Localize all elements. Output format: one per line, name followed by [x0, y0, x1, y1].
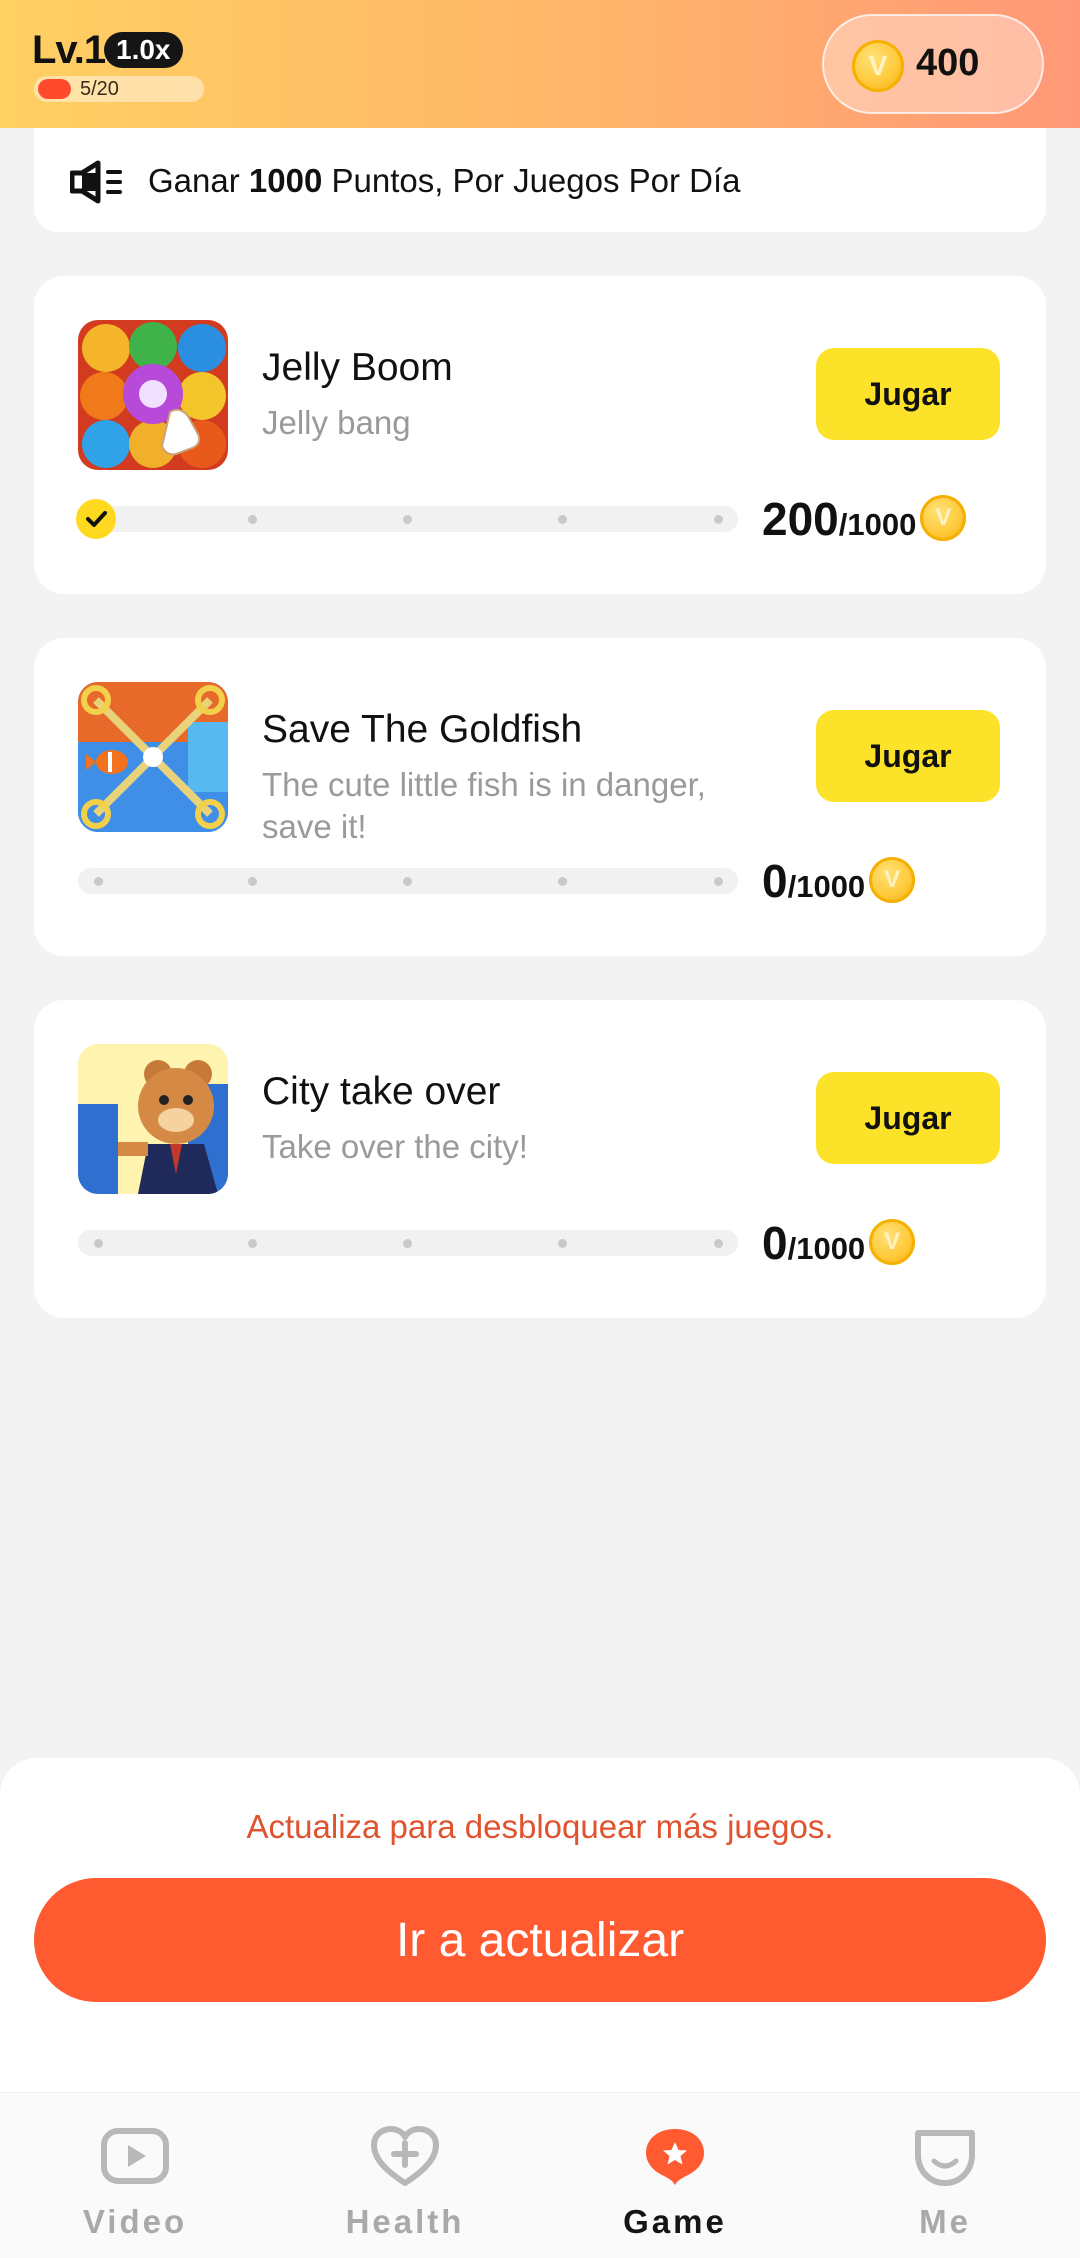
game-icon	[646, 2129, 704, 2185]
progress-step	[714, 877, 723, 886]
coin-icon	[852, 40, 904, 92]
nav-label: Video	[82, 2203, 188, 2240]
nav-item-game[interactable]: Game	[540, 2093, 810, 2258]
score-value: 0	[762, 1217, 788, 1269]
progress-step	[403, 1239, 412, 1248]
notice-amount: 1000	[248, 162, 323, 199]
jelly-boom-thumbnail[interactable]	[78, 320, 228, 470]
score-goal: /1000	[787, 869, 866, 904]
game-title: Save The Goldfish	[262, 708, 583, 751]
progress-step	[558, 515, 567, 524]
daily-points-notice: Ganar 1000 Puntos, Por Juegos Por Día	[34, 128, 1046, 232]
health-icon	[371, 2126, 439, 2186]
progress-step	[248, 1239, 257, 1248]
game-card-save-the-goldfish: Save The Goldfish The cute little fish i…	[34, 638, 1046, 956]
notice-text: Ganar 1000 Puntos, Por Juegos Por Día	[148, 162, 741, 200]
bottom-nav: Video Health Game Me	[0, 2092, 1080, 2258]
progress-step	[94, 877, 103, 886]
progress-step	[558, 877, 567, 886]
video-icon	[101, 2128, 169, 2184]
progress-step	[403, 515, 412, 524]
game-subtitle: Jelly bang	[262, 404, 411, 441]
nav-label: Me	[919, 2203, 971, 2240]
game-progress-track	[78, 1230, 738, 1256]
nav-label: Game	[623, 2203, 727, 2240]
game-score: 200/1000	[762, 492, 967, 546]
coin-amount: 400	[916, 42, 980, 84]
game-card-jelly-boom: Jelly Boom Jelly bang Jugar 200/1000	[34, 276, 1046, 594]
nav-item-me[interactable]: Me	[810, 2093, 1080, 2258]
game-card-city-take-over: City take over Take over the city! Jugar…	[34, 1000, 1046, 1318]
save-the-goldfish-thumbnail[interactable]	[78, 682, 228, 832]
progress-step	[714, 515, 723, 524]
game-subtitle: The cute little fish is in danger, save …	[262, 766, 706, 845]
play-button[interactable]: Jugar	[816, 710, 1000, 802]
game-title: City take over	[262, 1070, 501, 1113]
score-value: 0	[762, 855, 788, 907]
coin-icon	[869, 1219, 916, 1265]
level-progress-count: 5/20	[80, 78, 119, 100]
upgrade-button[interactable]: Ir a actualizar	[34, 1878, 1046, 2002]
coin-icon	[869, 857, 916, 903]
coin-icon	[920, 495, 967, 541]
score-goal: /1000	[787, 1231, 866, 1266]
progress-check-icon	[76, 499, 116, 539]
upgrade-panel: Actualiza para desbloquear más juegos. I…	[0, 1758, 1080, 2092]
play-button[interactable]: Jugar	[816, 1072, 1000, 1164]
game-progress-track	[78, 868, 738, 894]
multiplier-badge: 1.0x	[104, 32, 183, 68]
progress-step	[248, 877, 257, 886]
notice-suffix: Puntos, Por Juegos Por Día	[331, 162, 741, 199]
top-header: Lv.1 1.0x 5/20 400	[0, 0, 1080, 128]
profile-icon	[915, 2130, 975, 2186]
level-label: Lv.1	[32, 28, 106, 72]
notice-prefix: Ganar	[148, 162, 240, 199]
city-take-over-thumbnail[interactable]	[78, 1044, 228, 1194]
level-progress-fill	[38, 79, 71, 99]
level-progress-bar: 5/20	[34, 76, 204, 102]
progress-step	[248, 515, 257, 524]
progress-step	[714, 1239, 723, 1248]
game-progress-track	[76, 499, 738, 539]
nav-item-health[interactable]: Health	[270, 2093, 540, 2258]
game-title: Jelly Boom	[262, 346, 453, 389]
game-score: 0/1000	[762, 854, 916, 908]
nav-item-video[interactable]: Video	[0, 2093, 270, 2258]
play-button[interactable]: Jugar	[816, 348, 1000, 440]
score-goal: /1000	[838, 507, 917, 542]
progress-step	[94, 1239, 103, 1248]
speaker-icon	[70, 160, 122, 204]
upgrade-message: Actualiza para desbloquear más juegos.	[246, 1808, 834, 1845]
progress-step	[558, 1239, 567, 1248]
game-subtitle: Take over the city!	[262, 1128, 528, 1165]
game-score: 0/1000	[762, 1216, 916, 1270]
progress-step	[403, 877, 412, 886]
coin-balance[interactable]: 400	[822, 14, 1044, 114]
score-value: 200	[762, 493, 839, 545]
nav-label: Health	[345, 2203, 465, 2240]
